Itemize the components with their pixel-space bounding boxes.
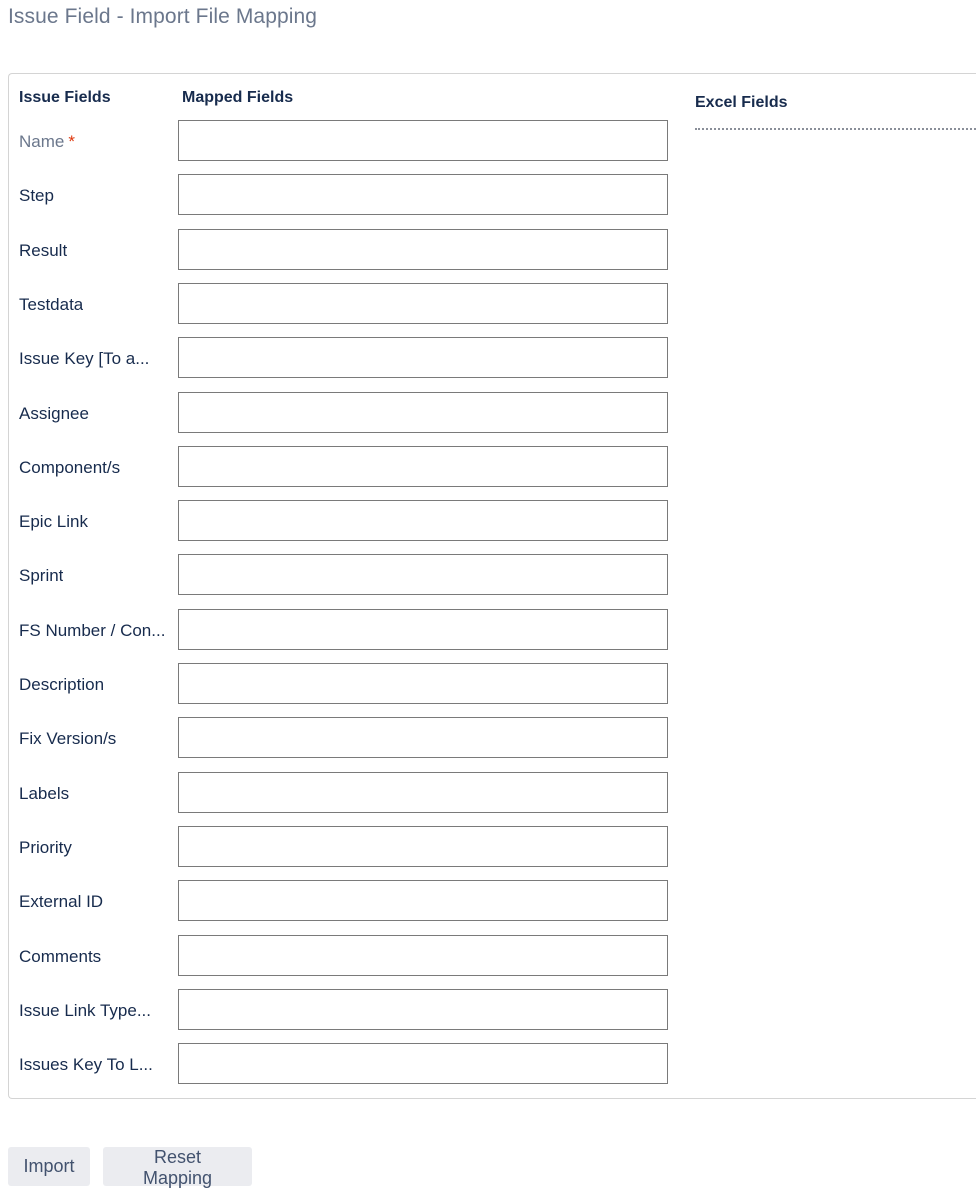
mapped-field-drop-box[interactable] — [178, 1043, 668, 1084]
issue-field-label-text: Name — [19, 132, 65, 151]
mapped-field-drop-box[interactable] — [178, 826, 668, 867]
issue-field-label: Assignee — [19, 404, 89, 424]
field-mapping-row: Assignee — [0, 392, 680, 434]
issue-field-label: Step — [19, 186, 54, 206]
field-mapping-row: Fix Version/s — [0, 717, 680, 759]
excel-fields-drop-area[interactable] — [695, 128, 976, 130]
field-mapping-row: Component/s — [0, 446, 680, 488]
issue-field-label: Description — [19, 675, 104, 695]
field-mapping-row: Name * — [0, 120, 680, 162]
issue-field-label-text: Issue Key [To a... — [19, 349, 150, 368]
reset-mapping-button[interactable]: Reset Mapping — [103, 1147, 252, 1188]
mapped-field-drop-box[interactable] — [178, 446, 668, 487]
issue-field-label-text: Sprint — [19, 566, 64, 585]
issue-field-label-text: Epic Link — [19, 512, 88, 531]
issue-field-label-text: Issue Link Type... — [19, 1001, 151, 1020]
field-mapping-row: Priority — [0, 826, 680, 868]
field-mapping-row: Testdata — [0, 283, 680, 325]
issue-field-label: Labels — [19, 784, 69, 804]
field-mapping-row: Step — [0, 174, 680, 216]
issue-field-label: Name * — [19, 132, 75, 152]
issue-field-label: Issue Key [To a... — [19, 349, 149, 369]
issue-field-label-text: Fix Version/s — [19, 729, 117, 748]
issue-field-label-text: Comments — [19, 947, 102, 966]
field-mapping-row: FS Number / Con... — [0, 609, 680, 651]
mapped-field-drop-box[interactable] — [178, 174, 668, 215]
issue-field-label: Testdata — [19, 295, 83, 315]
issue-field-label: External ID — [19, 892, 103, 912]
issue-field-label: Priority — [19, 838, 72, 858]
issue-field-label: Sprint — [19, 566, 63, 586]
issue-field-label-text: Labels — [19, 784, 70, 803]
field-mapping-row: Comments — [0, 935, 680, 977]
mapped-field-drop-box[interactable] — [178, 880, 668, 921]
issue-field-label-text: Description — [19, 675, 105, 694]
field-mapping-row: Issues Key To L... — [0, 1043, 680, 1085]
issue-field-label: Comments — [19, 947, 101, 967]
page-title: Issue Field - Import File Mapping — [8, 5, 318, 28]
issue-field-label-text: Issues Key To L... — [19, 1055, 153, 1074]
issue-field-label: Issues Key To L... — [19, 1055, 153, 1075]
mapped-field-drop-box[interactable] — [178, 554, 668, 595]
field-mapping-row: Description — [0, 663, 680, 705]
mapped-field-drop-box[interactable] — [178, 120, 668, 161]
mapped-field-drop-box[interactable] — [178, 392, 668, 433]
issue-field-label-text: Assignee — [19, 404, 89, 423]
mapped-field-drop-box[interactable] — [178, 609, 668, 650]
issue-field-label: Result — [19, 241, 67, 261]
issue-field-label: Fix Version/s — [19, 729, 116, 749]
issue-fields-heading: Issue Fields — [19, 89, 111, 106]
mapped-field-drop-box[interactable] — [178, 663, 668, 704]
issue-field-label-text: Testdata — [19, 295, 84, 314]
issue-field-label-text: Step — [19, 186, 54, 205]
issue-field-label: Issue Link Type... — [19, 1001, 151, 1021]
required-asterisk: * — [68, 132, 75, 151]
mapped-field-drop-box[interactable] — [178, 500, 668, 541]
issue-field-label: Epic Link — [19, 512, 88, 532]
field-mapping-row: Labels — [0, 772, 680, 814]
mapped-field-drop-box[interactable] — [178, 935, 668, 976]
issue-field-label-text: Priority — [19, 838, 72, 857]
field-mapping-row: Result — [0, 229, 680, 271]
field-mapping-row: Sprint — [0, 554, 680, 596]
issue-field-label-text: FS Number / Con... — [19, 621, 166, 640]
mapped-field-drop-box[interactable] — [178, 989, 668, 1030]
issue-field-label-text: Component/s — [19, 458, 121, 477]
mapped-field-drop-box[interactable] — [178, 772, 668, 813]
issue-field-label-text: External ID — [19, 892, 104, 911]
import-button[interactable]: Import — [8, 1147, 90, 1186]
field-mapping-row: Issue Key [To a... — [0, 337, 680, 379]
mapped-field-drop-box[interactable] — [178, 229, 668, 270]
field-mapping-row: Issue Link Type... — [0, 989, 680, 1031]
mapped-field-drop-box[interactable] — [178, 717, 668, 758]
issue-field-label: Component/s — [19, 458, 120, 478]
field-mapping-row: External ID — [0, 880, 680, 922]
field-mapping-row: Epic Link — [0, 500, 680, 542]
mapped-field-drop-box[interactable] — [178, 283, 668, 324]
excel-fields-heading: Excel Fields — [695, 94, 788, 111]
mapped-field-drop-box[interactable] — [178, 337, 668, 378]
issue-field-label: FS Number / Con... — [19, 621, 165, 641]
mapped-fields-heading: Mapped Fields — [182, 89, 294, 106]
issue-field-label-text: Result — [19, 241, 68, 260]
